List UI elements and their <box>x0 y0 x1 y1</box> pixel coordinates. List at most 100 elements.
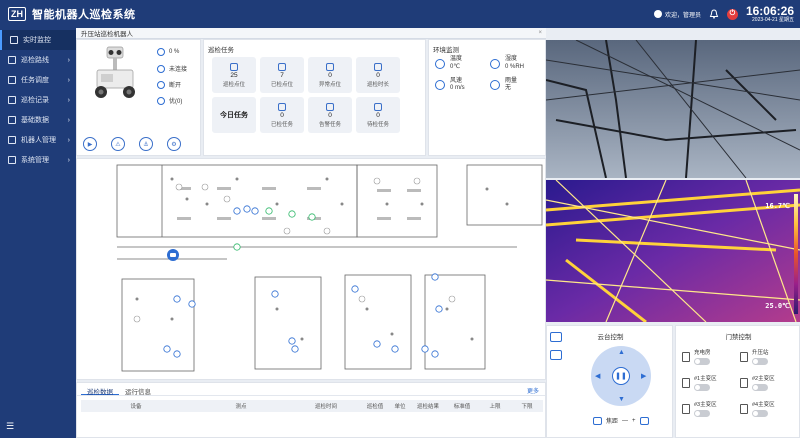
door-toggle[interactable] <box>694 358 710 365</box>
door-toggle[interactable] <box>752 410 768 417</box>
task-card-done[interactable]: 0 已检任务 <box>260 97 304 133</box>
robot-status-panel: 0 % 未连接 断开 优(0) ▶ ⚠ ⚓ ⚙ <box>76 39 201 156</box>
task-card-duration[interactable]: 0 巡检时长 <box>356 57 400 93</box>
clock-time: 16:06:26 <box>745 4 794 18</box>
tab-inspection-data[interactable]: 巡检数据 <box>81 383 119 396</box>
sidebar-item-robots[interactable]: 机器人管理 › <box>0 130 76 150</box>
user-icon <box>653 10 662 18</box>
settings-button[interactable]: ⚙ <box>167 137 181 151</box>
warning-button[interactable]: ⚠ <box>111 137 125 151</box>
chevron-right-icon: › <box>67 116 70 124</box>
task-card-pending[interactable]: 0 待检任务 <box>356 97 400 133</box>
anchor-button[interactable]: ⚓ <box>139 137 153 151</box>
column-header[interactable]: 巡检时间 <box>291 402 361 410</box>
task-label: 已检任务 <box>270 121 293 128</box>
wiper-icon[interactable] <box>639 416 649 425</box>
target-icon <box>157 96 165 105</box>
task-value: 0 <box>328 71 332 79</box>
panel-title: 云台控制 <box>597 334 624 341</box>
main-content: 升压站巡检机器人 × 0 % 未连接 断开 优(0) ▶ ⚠ ⚓ ⚙ 巡检任务 … <box>76 28 800 438</box>
floor-plan <box>116 164 543 372</box>
sidebar-item-records[interactable]: 巡检记录 › <box>0 90 76 110</box>
sidebar: 实时监控 巡检路线 › 任务调度 › 巡检记录 › 基础数据 › 机器人管理 ›… <box>0 28 76 438</box>
door-toggle[interactable] <box>752 358 768 365</box>
database-icon <box>8 116 16 124</box>
data-table: 设备 测点 巡检时间 巡检值 单位 巡检结果 标准值 上限 下限 <box>81 400 543 412</box>
arrow-right-icon[interactable]: ▶ <box>641 372 646 380</box>
logo-mark: ZH <box>8 7 26 21</box>
snapshot-icon[interactable] <box>593 416 602 425</box>
column-header[interactable]: 标准值 <box>445 402 479 410</box>
column-header[interactable]: 巡检值 <box>361 402 389 410</box>
column-header[interactable]: 设备 <box>81 402 191 410</box>
sidebar-item-label: 实时监控 <box>23 37 51 44</box>
column-header[interactable]: 测点 <box>191 402 291 410</box>
zoom-out-button[interactable]: — <box>622 418 628 424</box>
sidebar-item-label: 基础数据 <box>21 117 49 124</box>
door-toggle[interactable] <box>694 410 710 417</box>
play-button[interactable]: ▶ <box>83 137 97 151</box>
points-icon <box>230 62 238 71</box>
task-label: 今日任务 <box>220 112 248 119</box>
user-menu[interactable]: 欢迎，管理员 <box>653 10 701 19</box>
menu-toggle-icon[interactable]: ☰ <box>6 421 14 432</box>
top-right: 欢迎，管理员 ⏻ 16:06:26 2023-04-21 星期五 <box>653 0 794 28</box>
route-icon <box>8 56 16 64</box>
tab-run-info[interactable]: 运行信息 <box>119 383 157 396</box>
door-toggle[interactable] <box>752 384 768 391</box>
sidebar-item-realtime[interactable]: 实时监控 <box>0 30 76 50</box>
chevron-right-icon: › <box>67 156 70 164</box>
column-header[interactable]: 上限 <box>479 402 511 410</box>
env-value: 无 <box>505 85 512 92</box>
task-value: 0 <box>376 111 380 119</box>
door-label: #1主变区 <box>694 376 717 382</box>
column-header[interactable]: 下限 <box>511 402 543 410</box>
door-item: #1主变区 <box>682 374 740 391</box>
env-grid: 温度 0℃ 湿度 0 %RH 风速 0 m/s 雨量无 <box>435 56 545 93</box>
column-header[interactable]: 单位 <box>389 402 411 410</box>
thermal-camera-feed[interactable]: 16.7℃ 25.0℃ <box>546 180 800 322</box>
battery-stat: 0 % <box>157 48 179 56</box>
chevron-right-icon: › <box>67 56 70 64</box>
close-icon[interactable]: × <box>538 30 542 36</box>
task-card-today[interactable]: 今日任务 <box>212 97 256 133</box>
ptz-direction-pad[interactable]: ▲ ▼ ◀ ▶ ❚❚ <box>591 346 651 406</box>
env-value: 0 m/s <box>450 85 465 92</box>
pause-button[interactable]: ❚❚ <box>612 367 630 385</box>
bell-icon[interactable] <box>709 9 719 19</box>
focus-label: 焦距 <box>606 419 619 425</box>
monitor-icon <box>10 36 18 44</box>
sidebar-item-basic-data[interactable]: 基础数据 › <box>0 110 76 130</box>
sidebar-item-routes[interactable]: 巡检路线 › <box>0 50 76 70</box>
ptz-control-panel: 云台控制 ▲ ▼ ◀ ▶ ❚❚ 焦距 — + <box>546 325 673 438</box>
door-item: 充电房 <box>682 348 740 365</box>
door-label: #2主变区 <box>752 376 775 382</box>
task-card-checked[interactable]: 7 已检点位 <box>260 57 304 93</box>
door-icon <box>740 377 748 388</box>
task-card-abnormal[interactable]: 0 异常点位 <box>308 57 352 93</box>
sidebar-item-system[interactable]: 系统管理 › <box>0 150 76 170</box>
pending-icon <box>374 102 382 111</box>
visible-camera-feed[interactable] <box>546 40 800 178</box>
power-icon[interactable]: ⏻ <box>726 8 738 20</box>
arrow-left-icon[interactable]: ◀ <box>595 372 600 380</box>
substation-map[interactable] <box>76 158 546 380</box>
more-link[interactable]: 更多 <box>527 386 539 395</box>
sidebar-item-label: 机器人管理 <box>21 137 56 144</box>
arrow-up-icon[interactable]: ▲ <box>618 349 625 356</box>
door-toggle[interactable] <box>694 384 710 391</box>
view-mode-icon[interactable] <box>550 350 562 360</box>
task-card-alarm[interactable]: 0 告警任务 <box>308 97 352 133</box>
task-value: 7 <box>280 71 284 79</box>
record-icon <box>8 96 16 104</box>
task-card-points[interactable]: 25 巡检点位 <box>212 57 256 93</box>
zoom-in-button[interactable]: + <box>632 418 636 424</box>
door-icon <box>682 377 690 388</box>
thermometer-icon <box>435 58 445 69</box>
task-value: 0 <box>328 111 332 119</box>
door-icon <box>740 351 748 362</box>
sidebar-item-dispatch[interactable]: 任务调度 › <box>0 70 76 90</box>
column-header[interactable]: 巡检结果 <box>411 402 445 410</box>
arrow-down-icon[interactable]: ▼ <box>618 396 625 403</box>
door-icon <box>682 351 690 362</box>
